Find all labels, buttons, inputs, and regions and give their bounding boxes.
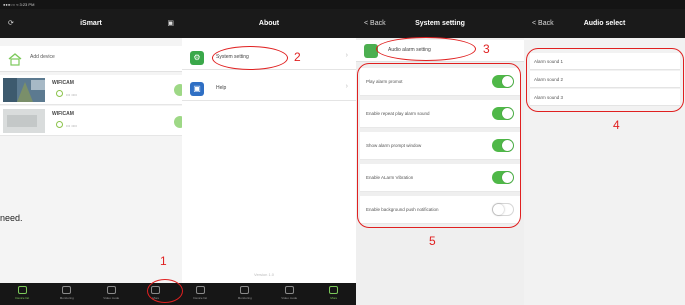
nav-bar: < Back Audio select [524, 9, 685, 38]
about-screen: About ⚙ System setting › ▣ Help › Versio… [182, 0, 356, 305]
tab-device-list[interactable]: Device list [0, 283, 45, 305]
annotation-number-1: 1 [160, 254, 167, 268]
camera-thumbnail [3, 109, 45, 133]
nav-title: System setting [415, 20, 465, 27]
home-icon [8, 53, 22, 66]
nav-title: iSmart [80, 20, 102, 27]
camera-name: WIFICAM [52, 111, 74, 117]
more-tab-icon [329, 286, 339, 294]
camera-thumbnail [3, 78, 45, 102]
help-label: Help [216, 85, 227, 91]
monitor-tab-icon [240, 286, 250, 294]
annotation-number-4: 4 [613, 118, 620, 132]
book-icon: ▣ [190, 82, 204, 96]
annotation-box-5 [357, 63, 521, 228]
nav-title: About [258, 20, 280, 27]
tab-monitoring[interactable]: Monitoring [45, 283, 90, 305]
camera-tab-icon [195, 286, 205, 294]
annotation-box-4 [526, 48, 684, 112]
back-button[interactable]: < Back [532, 9, 554, 38]
annotation-number-2: 2 [294, 50, 301, 64]
tab-video-mode[interactable]: Video mode [89, 283, 134, 305]
monitor-tab-icon [62, 286, 72, 294]
tab-video-mode[interactable]: Video mode [267, 283, 312, 305]
caption-text: need. [0, 213, 23, 223]
camera-status: ••• •••• [66, 123, 77, 128]
tab-more[interactable]: More [312, 283, 357, 305]
device-list-screen: ●●●○○ ≈ 3:23 PM ⟳ iSmart ▣ Add device WI… [0, 0, 182, 305]
camera-row[interactable]: WIFICAM ••• •••• [0, 106, 182, 136]
camera-tab-icon [17, 286, 27, 294]
audio-select-screen: < Back Audio select Alarm sound 1 Alarm … [524, 0, 685, 305]
annotation-number-3: 3 [483, 42, 490, 56]
refresh-icon[interactable]: ⟳ [8, 9, 14, 38]
annotation-circle-2 [212, 46, 288, 70]
tab-monitoring[interactable]: Monitoring [223, 283, 268, 305]
nav-bar: About [182, 9, 356, 38]
nav-bar: < Back System setting [356, 9, 524, 38]
chevron-right-icon: › [345, 83, 348, 90]
online-indicator [174, 116, 182, 128]
annotation-circle-1 [147, 279, 183, 303]
online-indicator [174, 84, 182, 96]
add-device-row[interactable]: Add device [0, 46, 182, 72]
status-bar [524, 0, 685, 9]
location-pin-icon [56, 90, 63, 97]
add-device-label: Add device [30, 54, 55, 60]
edit-icon[interactable]: ▣ [167, 9, 174, 38]
nav-bar: ⟳ iSmart ▣ [0, 9, 182, 38]
gear-icon: ⚙ [190, 51, 204, 65]
tab-device-list[interactable]: Device list [178, 283, 223, 305]
back-button[interactable]: < Back [364, 9, 386, 38]
camera-status: ••• •••• [66, 92, 77, 97]
location-pin-icon [56, 121, 63, 128]
camera-name: WIFICAM [52, 80, 74, 86]
help-row[interactable]: ▣ Help › [182, 77, 356, 101]
annotation-circle-3 [376, 37, 476, 61]
status-bar [356, 0, 524, 9]
nav-title: Audio select [583, 20, 626, 27]
camera-row[interactable]: WIFICAM ••• •••• [0, 75, 182, 105]
video-tab-icon [284, 286, 294, 294]
annotation-number-5: 5 [429, 234, 436, 248]
status-bar: ●●●○○ ≈ 3:23 PM [0, 0, 182, 9]
chevron-right-icon: › [345, 52, 348, 59]
video-tab-icon [106, 286, 116, 294]
version-text: Version 1.0 [254, 272, 275, 277]
status-bar [182, 0, 356, 9]
